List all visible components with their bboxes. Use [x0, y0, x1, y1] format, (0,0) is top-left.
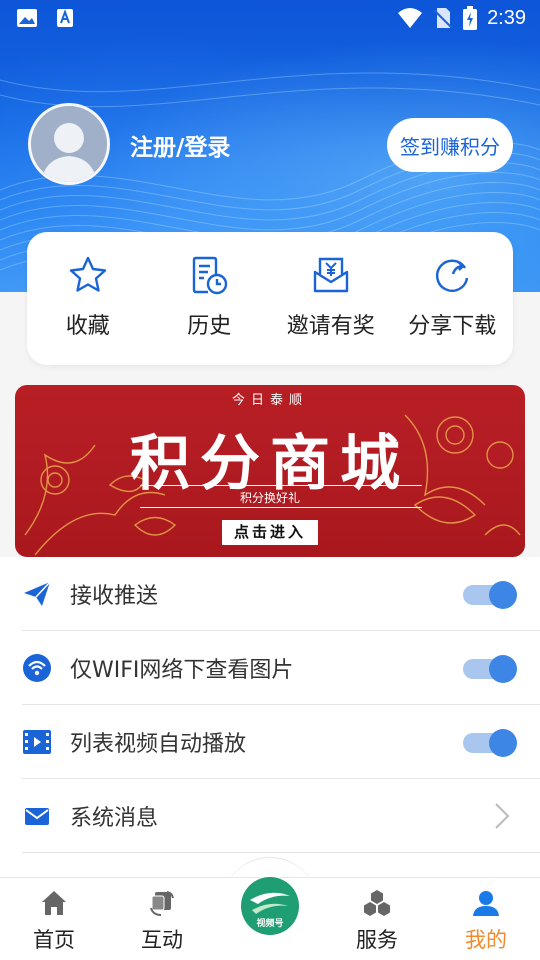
quick-action-label: 分享下载: [408, 314, 497, 339]
banner-divider: [140, 507, 422, 508]
quick-action-favorites[interactable]: 收藏: [27, 232, 149, 365]
settings-list: 接收推送 仅WIFI网络下查看图片 列表视频自动播放 系统消息: [0, 557, 540, 877]
setting-label: 接收推送: [70, 584, 159, 609]
clock-text: 2:39: [487, 6, 526, 29]
banner-divider: [140, 485, 422, 486]
tab-label: 首页: [33, 928, 75, 952]
invite-reward-icon: [313, 257, 348, 293]
tab-home[interactable]: 首页: [4, 878, 104, 960]
send-icon: [24, 581, 51, 606]
wifi-circle-icon: [23, 654, 51, 682]
setting-row-push: 接收推送: [0, 557, 540, 631]
wifi-images-toggle[interactable]: [463, 655, 517, 683]
chevron-right-icon: [495, 803, 510, 829]
user-silhouette-icon: [31, 106, 107, 182]
quick-action-label: 收藏: [65, 314, 110, 339]
video-icon: [23, 730, 51, 754]
tab-mine[interactable]: 我的: [436, 878, 536, 960]
setting-label: 系统消息: [70, 806, 159, 831]
services-icon: [364, 890, 390, 916]
points-mall-banner[interactable]: 今日泰顺 积分商城 积分换好礼 点击进入: [15, 385, 525, 557]
setting-row-system-messages[interactable]: 系统消息: [0, 779, 540, 853]
banner-top-text: 今日泰顺: [231, 393, 308, 408]
battery-charging-icon: [463, 6, 478, 30]
quick-action-label: 邀请有奖: [286, 314, 375, 339]
quick-action-invite[interactable]: 邀请有奖: [270, 232, 392, 365]
banner-enter-button[interactable]: 点击进入: [222, 520, 318, 545]
gallery-icon: [17, 9, 37, 27]
avatar[interactable]: [28, 103, 110, 185]
signin-earn-points-button[interactable]: 签到赚积分: [387, 118, 513, 172]
interaction-icon: [150, 891, 174, 916]
row-divider: [22, 852, 540, 853]
share-icon: [436, 259, 469, 292]
quick-action-share[interactable]: 分享下载: [392, 232, 514, 365]
text-a-icon: [57, 9, 73, 27]
tab-label: 互动: [141, 928, 183, 952]
tab-interaction[interactable]: 互动: [112, 878, 212, 960]
tab-video-channel[interactable]: 视频号: [240, 876, 300, 936]
history-icon: [193, 256, 228, 295]
setting-label: 仅WIFI网络下查看图片: [70, 658, 294, 683]
star-icon: [69, 256, 106, 292]
login-register-link[interactable]: 注册/登录: [130, 128, 230, 162]
setting-label: 列表视频自动播放: [70, 732, 247, 757]
setting-row-autoplay: 列表视频自动播放: [0, 705, 540, 779]
quick-action-history[interactable]: 历史: [149, 232, 271, 365]
no-sim-icon: [433, 8, 453, 29]
video-channel-logo: 视频号: [241, 877, 299, 935]
autoplay-toggle[interactable]: [463, 729, 517, 757]
wifi-icon: [398, 8, 423, 28]
tab-services[interactable]: 服务: [327, 878, 427, 960]
mail-icon: [25, 808, 49, 825]
video-channel-label: 视频号: [256, 917, 283, 929]
status-bar: 2:39: [0, 0, 540, 36]
tab-label: 我的: [465, 928, 507, 952]
quick-actions-card: 收藏 历史 邀请有奖 分享下载: [27, 232, 513, 365]
setting-row-wifi-images: 仅WIFI网络下查看图片: [0, 631, 540, 705]
tab-label: 服务: [356, 928, 398, 952]
home-icon: [42, 891, 66, 915]
push-toggle[interactable]: [463, 581, 517, 609]
banner-subtitle: 积分换好礼: [239, 491, 300, 505]
quick-action-label: 历史: [187, 314, 232, 339]
user-icon: [473, 891, 499, 916]
